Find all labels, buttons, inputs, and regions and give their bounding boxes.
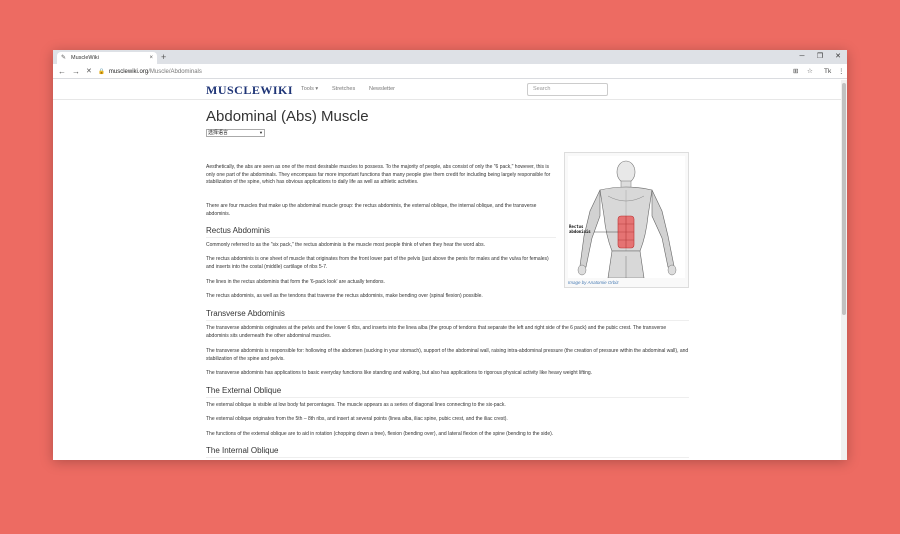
anatomy-image: Rectus abdominis [568, 156, 685, 279]
site-logo[interactable]: MUSCLEWIKI [206, 83, 293, 98]
chevron-down-icon: ▼ [259, 130, 263, 135]
browser-toolbar: ← → ✕ 🔒 musclewiki.org /Muscle/Abdominal… [53, 64, 847, 79]
section-heading: The Internal Oblique [206, 446, 689, 458]
section-paragraph: The external oblique is visible at low b… [206, 402, 506, 408]
section-paragraph: The rectus abdominis is one sheet of mus… [206, 256, 549, 270]
minimize-button[interactable]: ─ [793, 50, 811, 64]
section-paragraph: The functions of the external oblique ar… [206, 431, 554, 437]
section-paragraph: The transverse abdominis is responsible … [206, 348, 689, 362]
maximize-button[interactable]: ❐ [811, 50, 829, 64]
tab-bar: ✎ MuscleWiki × + ─ ❐ ✕ [53, 50, 847, 64]
tab-title: MuscleWiki [71, 55, 99, 61]
site-navbar: MUSCLEWIKI Tools ▾ Stretches Newsletter … [53, 80, 841, 100]
nav-stretches[interactable]: Stretches [332, 86, 355, 92]
stop-button[interactable]: ✕ [86, 65, 92, 78]
url-path: /Muscle/Abdominals [148, 68, 202, 75]
section-heading: The External Oblique [206, 386, 689, 398]
section-paragraph: The transverse abdominis has application… [206, 370, 593, 376]
browser-tab[interactable]: ✎ MuscleWiki × [57, 52, 157, 64]
section-paragraph: The external oblique originates from the… [206, 416, 508, 422]
close-window-button[interactable]: ✕ [829, 50, 847, 64]
favicon-icon: ✎ [61, 55, 67, 61]
web-page: MUSCLEWIKI Tools ▾ Stretches Newsletter … [53, 80, 841, 460]
url-host: musclewiki.org [108, 68, 149, 75]
new-tab-button[interactable]: + [161, 51, 166, 63]
section-heading: Transverse Abdominis [206, 309, 689, 321]
translate-icon[interactable]: ⊞ [793, 65, 798, 78]
back-button[interactable]: ← [58, 65, 66, 78]
language-select[interactable]: 选择语言 ▼ [206, 129, 265, 137]
section-paragraph: The lines in the rectus abdominis that f… [206, 279, 385, 285]
forward-button[interactable]: → [72, 65, 80, 78]
lock-icon: 🔒 [98, 68, 105, 75]
section-paragraph: Commonly referred to as the "six pack," … [206, 242, 485, 248]
extension-icon[interactable]: Tk [824, 65, 831, 78]
nav-tools[interactable]: Tools ▾ [301, 86, 318, 92]
tab-close-icon[interactable]: × [149, 55, 153, 61]
figure-label: Rectus abdominis [569, 224, 591, 234]
search-input[interactable]: Search [527, 83, 608, 96]
section-heading: Rectus Abdominis [206, 226, 556, 238]
nav-newsletter[interactable]: Newsletter [369, 86, 395, 92]
intro-paragraph-1: Aesthetically, the abs are seen as one o… [206, 164, 551, 185]
address-bar[interactable]: 🔒 musclewiki.org /Muscle/Abdominals [98, 66, 788, 77]
scrollbar-thumb[interactable] [842, 83, 846, 315]
anatomy-illustration [577, 160, 677, 279]
bookmark-star-icon[interactable]: ☆ [807, 65, 813, 78]
muscle-figure: Rectus abdominis Image by Anatomie Orbiz [564, 152, 689, 288]
intro-paragraph-2: There are four muscles that make up the … [206, 203, 537, 217]
menu-icon[interactable]: ⋮ [838, 65, 845, 78]
figure-caption[interactable]: Image by Anatomie Orbiz [568, 280, 685, 285]
browser-window: ✎ MuscleWiki × + ─ ❐ ✕ ← → ✕ 🔒 musclewik… [53, 50, 847, 460]
language-select-value: 选择语言 [208, 130, 229, 136]
page-title: Abdominal (Abs) Muscle [206, 108, 369, 125]
section-paragraph: The transverse abdominis originates at t… [206, 325, 667, 339]
section-paragraph: The rectus abdominis, as well as the ten… [206, 293, 483, 299]
